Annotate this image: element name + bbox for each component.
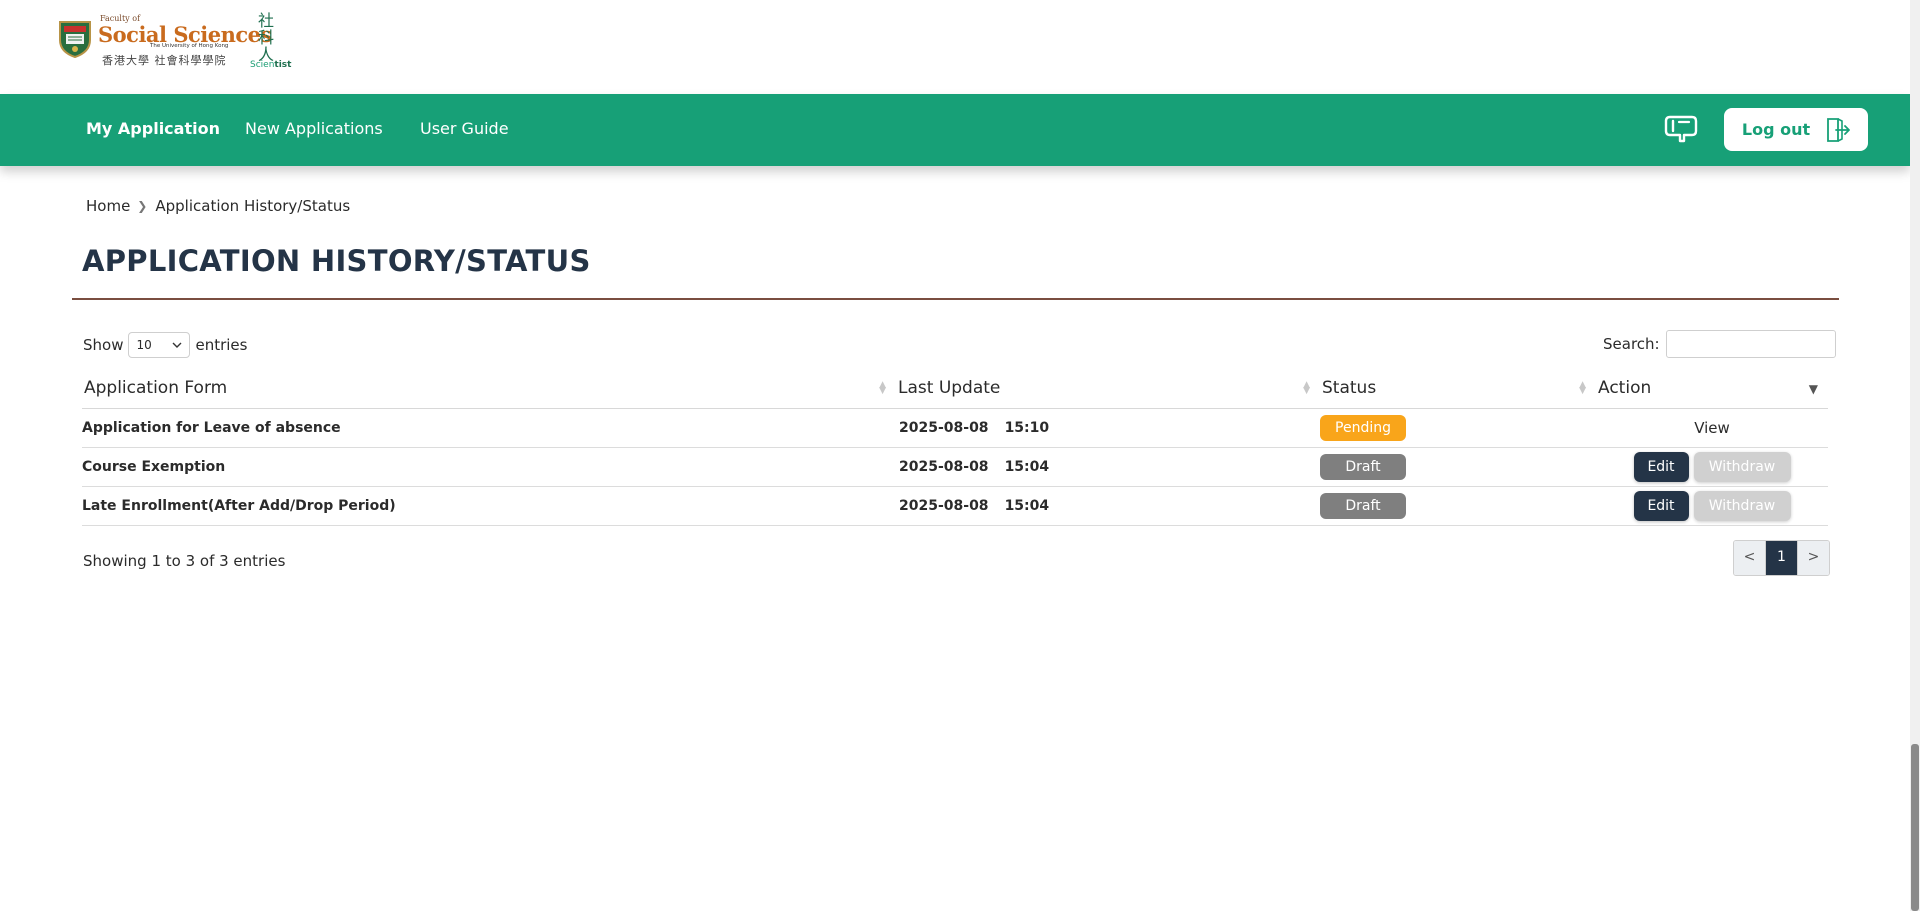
scrollbar-thumb[interactable] xyxy=(1911,744,1919,911)
pagination-next-button[interactable]: > xyxy=(1797,541,1829,575)
logo-scientist-cn: 社科人 xyxy=(257,11,274,64)
table-info: Showing 1 to 3 of 3 entries xyxy=(83,552,286,570)
edit-button[interactable]: Edit xyxy=(1633,491,1689,521)
sort-icon: ▲ ▼ xyxy=(1303,380,1310,396)
status-badge: Draft xyxy=(1320,493,1406,519)
table-row: Late Enrollment(After Add/Drop Period) 2… xyxy=(82,486,1828,526)
nav-new-applications[interactable]: New Applications xyxy=(245,94,383,166)
col-label: Application Form xyxy=(84,378,228,398)
logout-label: Log out xyxy=(1741,120,1811,139)
col-label: Status xyxy=(1322,378,1377,398)
col-label: Action xyxy=(1598,378,1652,398)
cell-form: Course Exemption xyxy=(82,447,896,487)
table-search: Search: xyxy=(1603,330,1836,358)
pagination-prev-button[interactable]: < xyxy=(1734,541,1765,575)
logo-scientist-b: tist xyxy=(274,60,292,70)
cell-last-update: 2025-08-08 15:04 xyxy=(896,447,1320,487)
cell-last-update: 2025-08-08 15:10 xyxy=(896,408,1320,448)
page-size-value: 10 xyxy=(136,338,152,352)
pagination-page-1[interactable]: 1 xyxy=(1765,541,1797,575)
breadcrumb: Home ❯ Application History/Status xyxy=(86,197,350,215)
status-badge: Pending xyxy=(1320,415,1406,441)
logout-door-icon xyxy=(1827,117,1851,142)
breadcrumb-current: Application History/Status xyxy=(155,197,351,215)
col-status[interactable]: Status ▲ ▼ xyxy=(1320,368,1596,409)
logo-chinese-name: 香港大學 社會科學學院 xyxy=(102,54,227,67)
hku-crest-icon xyxy=(59,21,91,58)
cell-status: Draft xyxy=(1320,447,1596,487)
table-header-row: Application Form ▲ ▼ Last Update ▲ ▼ Status ▲… xyxy=(82,368,1828,409)
cell-form: Application for Leave of absence xyxy=(82,408,896,448)
logo-university: The University of Hong Kong xyxy=(150,43,229,49)
breadcrumb-home[interactable]: Home xyxy=(86,197,130,215)
cell-status: Pending xyxy=(1320,408,1596,448)
sort-icon: ▲ ▼ xyxy=(879,380,886,396)
withdraw-button[interactable]: Withdraw xyxy=(1693,491,1791,521)
col-action[interactable]: Action ▼ xyxy=(1596,368,1828,409)
entries-label: entries xyxy=(195,336,248,354)
logout-button[interactable]: Log out xyxy=(1724,108,1868,151)
chevron-right-icon: ❯ xyxy=(137,199,148,213)
status-badge: Draft xyxy=(1320,454,1406,480)
page-size-select[interactable]: 10 xyxy=(128,332,191,358)
nav-user-guide[interactable]: User Guide xyxy=(420,94,509,166)
chevron-down-icon xyxy=(172,342,182,348)
withdraw-button[interactable]: Withdraw xyxy=(1693,452,1791,482)
search-input[interactable] xyxy=(1665,330,1836,358)
cell-time: 15:04 xyxy=(1004,498,1050,514)
faculty-logo[interactable]: Faculty of Social Sciences The Universit… xyxy=(58,12,298,74)
edit-button[interactable]: Edit xyxy=(1633,452,1689,482)
cell-action: Edit Withdraw xyxy=(1596,486,1828,526)
main-navbar: My Application New Applications User Gui… xyxy=(0,94,1910,166)
cell-time: 15:10 xyxy=(1004,420,1050,436)
page-title: APPLICATION HISTORY/STATUS xyxy=(82,244,591,278)
logo-scientist: Scientist xyxy=(250,60,291,70)
cell-form: Late Enrollment(After Add/Drop Period) xyxy=(82,486,896,526)
show-label: Show xyxy=(83,336,124,354)
pagination: < 1 > xyxy=(1733,540,1830,576)
cell-time: 15:04 xyxy=(1004,459,1050,475)
applications-table: Application Form ▲ ▼ Last Update ▲ ▼ Status ▲… xyxy=(82,368,1828,526)
table-row: Application for Leave of absence 2025-08… xyxy=(82,408,1828,448)
cell-date: 2025-08-08 xyxy=(899,420,989,436)
col-label: Last Update xyxy=(898,378,1001,398)
sort-desc-icon: ▼ xyxy=(1808,382,1818,396)
logo-scientist-a: Scien xyxy=(250,60,275,70)
announcement-icon[interactable] xyxy=(1664,113,1698,143)
cell-date: 2025-08-08 xyxy=(899,498,989,514)
nav-my-application[interactable]: My Application xyxy=(86,94,220,166)
cell-date: 2025-08-08 xyxy=(899,459,989,475)
top-header: Faculty of Social Sciences The Universit… xyxy=(0,0,1910,94)
cell-action: Edit Withdraw xyxy=(1596,447,1828,487)
view-button[interactable]: View xyxy=(1694,419,1730,437)
search-label: Search: xyxy=(1603,335,1660,353)
show-entries-control: Show 10 entries xyxy=(83,332,247,358)
cell-last-update: 2025-08-08 15:04 xyxy=(896,486,1320,526)
sort-icon: ▲ ▼ xyxy=(1579,380,1586,396)
col-last-update[interactable]: Last Update ▲ ▼ xyxy=(896,368,1320,409)
table-row: Course Exemption 2025-08-08 15:04 Draft E… xyxy=(82,447,1828,487)
cell-action: View xyxy=(1596,408,1828,448)
cell-status: Draft xyxy=(1320,486,1596,526)
col-application-form[interactable]: Application Form ▲ ▼ xyxy=(82,368,896,409)
title-divider xyxy=(72,298,1839,300)
